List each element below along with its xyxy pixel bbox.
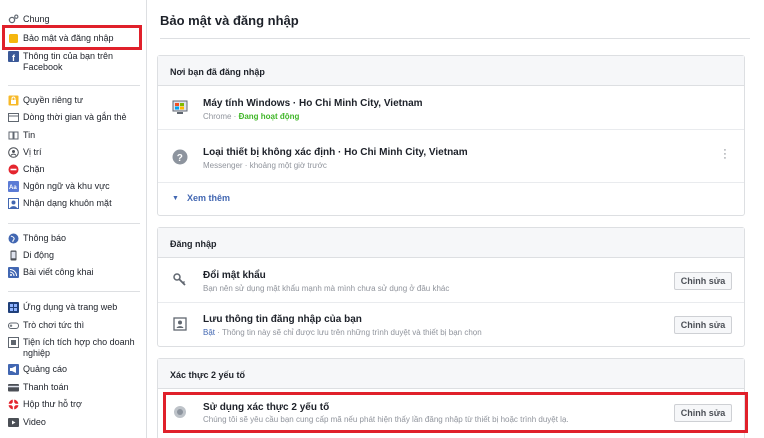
support-lifebuoy-icon [8, 399, 19, 410]
sidebar-item-instant-games[interactable]: Trò chơi tức thì [8, 320, 145, 331]
change-password-row[interactable]: Đổi mật khẩu Bạn nên sử dụng mật khẩu mạ… [158, 259, 744, 303]
caret-down-icon: ▼ [172, 194, 179, 202]
location-icon [8, 147, 19, 158]
sidebar-item-apps-websites[interactable]: Ứng dụng và trang web [8, 302, 145, 313]
sidebar-item-ads[interactable]: Quảng cáo [8, 364, 145, 375]
video-icon [8, 417, 19, 428]
ads-icon [8, 364, 19, 375]
session-row[interactable]: ? Loại thiết bị không xác định · Ho Chi … [158, 130, 744, 182]
title-divider [160, 38, 750, 39]
section-heading: Xác thực 2 yếu tố [158, 359, 744, 389]
where-logged-in-section: Nơi bạn đã đăng nhập Máy tính Windows · … [157, 55, 745, 216]
sidebar-item-public-posts[interactable]: Bài viết công khai [8, 267, 145, 278]
sidebar-item-blocking[interactable]: Chặn [8, 164, 145, 175]
page-title: Bảo mật và đăng nhập [160, 13, 299, 28]
mobile-icon [8, 250, 19, 261]
section-heading: Đăng nhập [158, 228, 744, 258]
id-card-icon [172, 316, 188, 332]
book-icon [8, 130, 19, 141]
key-icon [172, 272, 188, 288]
active-status: Đang hoạt động [238, 112, 300, 121]
highlight-box-sidebar [2, 25, 142, 50]
sidebar-item-privacy[interactable]: Quyền riêng tư [8, 95, 145, 106]
sidebar-item-notifications[interactable]: Thông báo [8, 233, 145, 244]
session-details: Chrome · Đang hoạt động [203, 112, 300, 121]
language-icon: Aa [8, 181, 19, 192]
game-controller-icon [8, 320, 19, 331]
sidebar-item-business-integrations[interactable]: Tiện ích tích hợp cho doanh nghiệp [8, 337, 145, 359]
windows-desktop-icon [172, 100, 188, 116]
sidebar-item-stories[interactable]: Tin [8, 130, 145, 141]
unknown-device-icon: ? [172, 149, 188, 165]
edit-save-login-button[interactable]: Chỉnh sửa [674, 316, 732, 334]
edit-password-button[interactable]: Chỉnh sửa [674, 272, 732, 290]
sidebar-item-your-facebook-info[interactable]: f Thông tin của bạn trên Facebook [8, 51, 135, 73]
privacy-lock-icon [8, 95, 19, 106]
apps-icon [8, 302, 19, 313]
save-login-info-title: Lưu thông tin đăng nhập của bạn [203, 314, 362, 325]
sidebar-item-support-inbox[interactable]: Hộp thư hỗ trợ [8, 399, 145, 410]
session-device: Loại thiết bị không xác định · Ho Chi Mi… [203, 147, 468, 158]
sidebar-item-mobile[interactable]: Di động [8, 250, 145, 261]
svg-text:?: ? [177, 153, 183, 164]
highlight-box-two-factor [163, 392, 748, 433]
sidebar-item-language-region[interactable]: Aa Ngôn ngữ và khu vực [8, 181, 145, 192]
on-status: Bật [203, 328, 216, 337]
gear-icon [8, 14, 19, 25]
sidebar-item-general[interactable]: Chung [8, 14, 145, 25]
session-details: Messenger · khoảng một giờ trước [203, 161, 327, 170]
face-recognition-icon [8, 198, 19, 209]
svg-text:Aa: Aa [9, 185, 17, 191]
more-options-icon[interactable]: · · · [722, 145, 728, 164]
settings-main: Bảo mật và đăng nhập Nơi bạn đã đăng nhậ… [147, 0, 764, 438]
business-integration-icon [8, 337, 19, 348]
sidebar-divider [8, 291, 140, 292]
change-password-title: Đổi mật khẩu [203, 270, 266, 281]
see-more-link[interactable]: ▼ Xem thêm [172, 193, 230, 203]
save-login-info-row[interactable]: Lưu thông tin đăng nhập của bạn Bật · Th… [158, 303, 744, 347]
session-row[interactable]: Máy tính Windows · Ho Chi Minh City, Vie… [158, 87, 744, 130]
see-more-row: ▼ Xem thêm [158, 182, 744, 216]
login-section: Đăng nhập Đổi mật khẩu Bạn nên sử dụng m… [157, 227, 745, 347]
timeline-icon [8, 112, 19, 123]
session-device: Máy tính Windows · Ho Chi Minh City, Vie… [203, 98, 423, 109]
sidebar-item-videos[interactable]: Video [8, 417, 145, 428]
save-login-info-subtitle: Bật · Thông tin này sẽ chỉ được lưu trên… [203, 328, 482, 337]
change-password-subtitle: Bạn nên sử dụng mật khẩu mạnh mà mình ch… [203, 284, 450, 293]
rss-icon [8, 267, 19, 278]
sidebar-divider [8, 85, 140, 86]
facebook-icon: f [8, 51, 19, 62]
settings-sidebar: Chung Bảo mật và đăng nhập f Thông tin c… [0, 0, 147, 438]
sidebar-item-timeline-tagging[interactable]: Dòng thời gian và gắn thẻ [8, 112, 145, 123]
sidebar-divider [8, 223, 140, 224]
sidebar-item-location[interactable]: Vị trí [8, 147, 145, 158]
block-icon [8, 164, 19, 175]
payment-card-icon [8, 382, 19, 393]
sidebar-item-face-recognition[interactable]: Nhận dạng khuôn mặt [8, 198, 145, 209]
globe-icon [8, 233, 19, 244]
sidebar-item-payments[interactable]: Thanh toán [8, 382, 145, 393]
section-heading: Nơi bạn đã đăng nhập [158, 56, 744, 86]
